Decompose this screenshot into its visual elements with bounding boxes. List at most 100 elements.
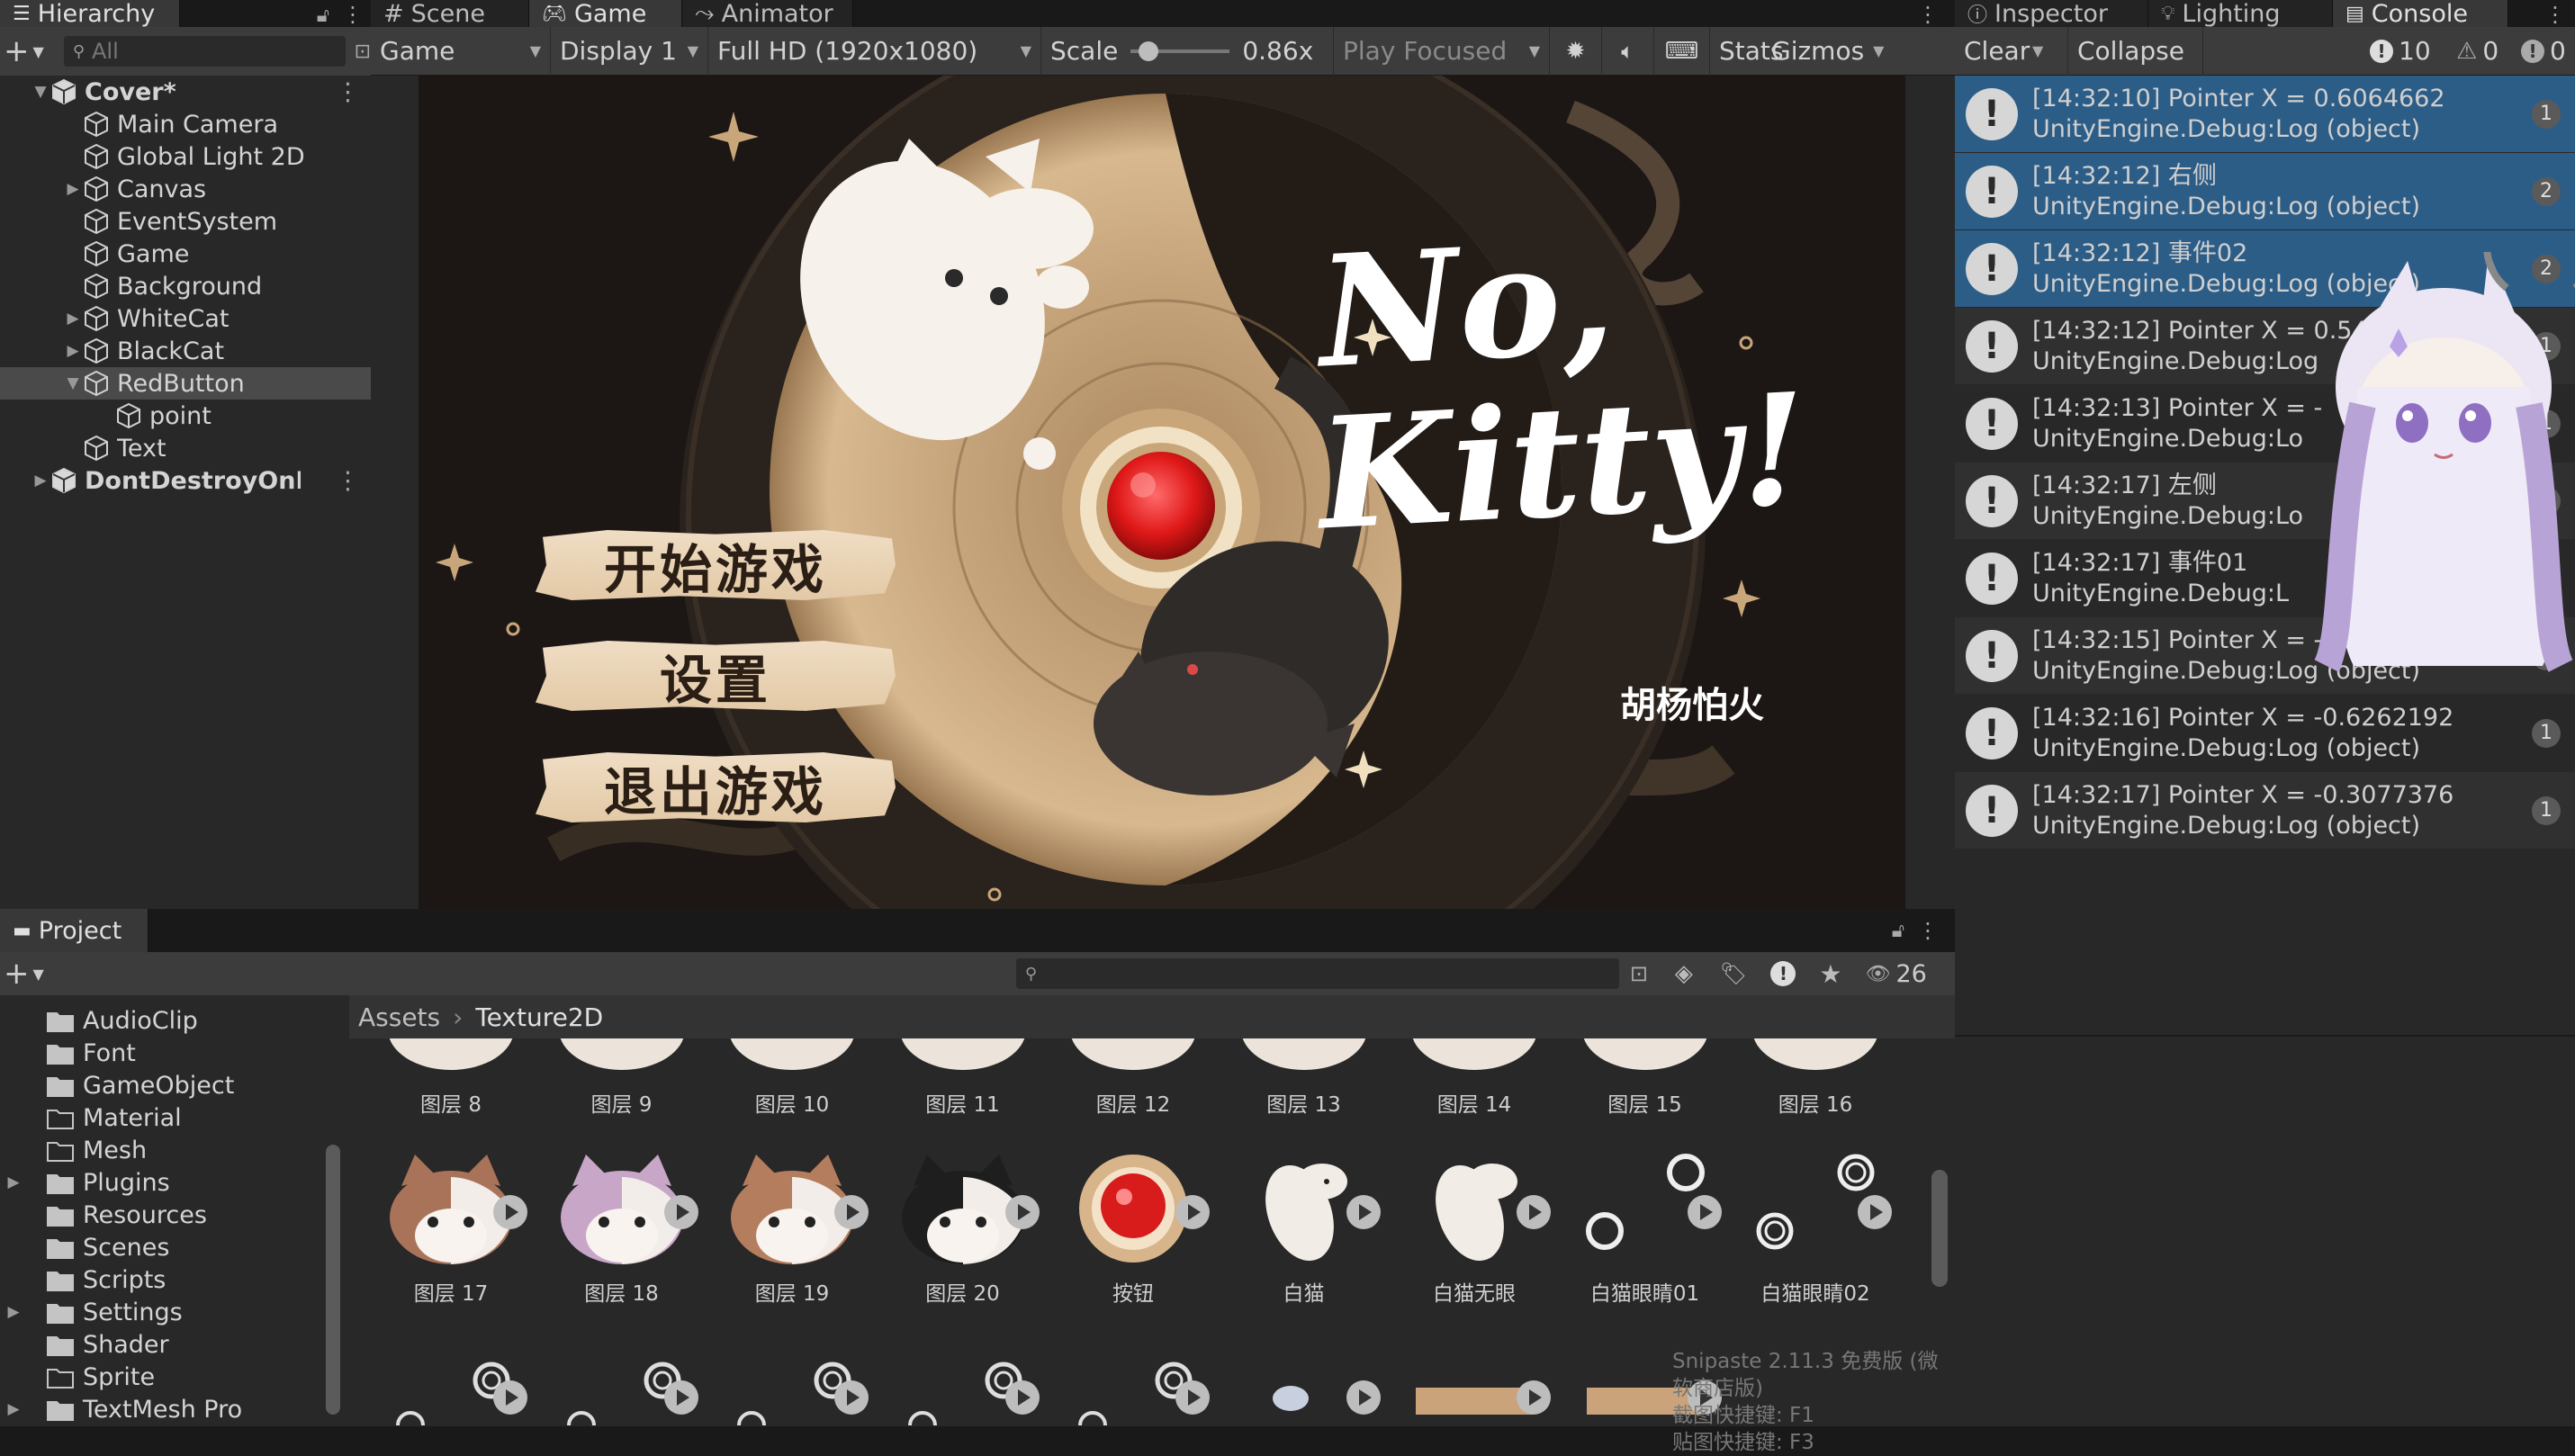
search-input[interactable]: ⚲ All: [63, 36, 346, 67]
project-search-input[interactable]: ⚲: [1015, 958, 1619, 989]
tab-scene[interactable]: # Scene: [371, 0, 529, 28]
game-mode-dropdown[interactable]: Game ▼: [371, 26, 551, 76]
settings-button[interactable]: 设置: [536, 641, 896, 711]
play-icon[interactable]: [1175, 1380, 1210, 1415]
asset-item[interactable]: [1398, 1353, 1551, 1425]
asset-item[interactable]: 白猫眼睛02: [1739, 1150, 1892, 1307]
mute-audio-button[interactable]: 🔈︎: [1602, 26, 1654, 76]
folder-item[interactable]: Scripts: [0, 1263, 324, 1296]
asset-item[interactable]: 图层 15: [1569, 1038, 1722, 1118]
asset-item[interactable]: 图层 11: [887, 1038, 1040, 1118]
more-icon[interactable]: ⋮: [336, 467, 360, 495]
chevron-down-icon[interactable]: ▼: [31, 83, 50, 101]
chevron-right-icon[interactable]: ▶: [63, 310, 83, 328]
asset-item[interactable]: 图层 14: [1398, 1038, 1551, 1118]
tab-hierarchy[interactable]: ☰ Hierarchy: [0, 0, 180, 28]
game-viewport[interactable]: No, Kitty! 胡杨怕火 开始游戏 设置 退出游戏: [419, 76, 1905, 909]
asset-item[interactable]: 图层 20: [887, 1150, 1040, 1307]
asset-item[interactable]: [374, 1353, 527, 1426]
error-count-toggle[interactable]: ! 0: [2512, 27, 2575, 76]
tab-lighting[interactable]: 💡︎ Lighting: [2148, 0, 2333, 28]
asset-item[interactable]: [1228, 1353, 1381, 1425]
start-game-button[interactable]: 开始游戏: [536, 530, 896, 600]
info-circle-icon[interactable]: !: [1770, 961, 1796, 986]
chevron-right-icon[interactable]: ▶: [0, 1400, 27, 1418]
tab-console[interactable]: ▤ Console: [2333, 0, 2508, 28]
folder-item[interactable]: Resources: [0, 1199, 324, 1231]
play-icon[interactable]: [1687, 1195, 1722, 1229]
play-icon[interactable]: [493, 1380, 527, 1415]
clear-button[interactable]: Clear: [1955, 27, 2032, 76]
folder-item[interactable]: Material: [0, 1101, 324, 1134]
stats-button[interactable]: Stats: [1710, 27, 1783, 76]
asset-item[interactable]: 图层 8: [374, 1038, 527, 1118]
chevron-down-icon[interactable]: ▼: [33, 43, 44, 60]
hierarchy-item[interactable]: Main Camera: [0, 108, 371, 140]
scale-slider[interactable]: [1130, 40, 1230, 61]
play-icon[interactable]: [1346, 1195, 1381, 1229]
clear-options-dropdown[interactable]: ▼: [2032, 26, 2068, 76]
play-icon[interactable]: [834, 1195, 869, 1229]
more-icon[interactable]: ⋮: [336, 78, 360, 106]
folder-item[interactable]: ▶ Settings: [0, 1296, 324, 1328]
chevron-right-icon[interactable]: ▶: [0, 1173, 27, 1191]
asset-item[interactable]: 按钮: [1057, 1150, 1210, 1307]
asset-item[interactable]: 图层 12: [1057, 1038, 1210, 1118]
play-icon[interactable]: [1858, 1195, 1892, 1229]
asset-item[interactable]: 图层 19: [716, 1150, 869, 1307]
hierarchy-item[interactable]: Global Light 2D: [0, 140, 371, 173]
play-focused-dropdown[interactable]: Play Focused ▼: [1334, 26, 1550, 76]
breadcrumb-assets[interactable]: Assets: [358, 1002, 440, 1032]
hierarchy-item[interactable]: ▼ RedButton: [0, 367, 371, 400]
keyboard-button[interactable]: ⌨: [1654, 26, 1710, 76]
folder-item[interactable]: Sprite: [0, 1361, 324, 1393]
hierarchy-item[interactable]: Game: [0, 238, 371, 270]
asset-item[interactable]: [716, 1353, 869, 1426]
chevron-right-icon[interactable]: ▶: [63, 342, 83, 360]
asset-item[interactable]: [545, 1353, 698, 1426]
resolution-dropdown[interactable]: Full HD (1920x1080) ▼: [708, 26, 1041, 76]
add-icon[interactable]: +: [4, 33, 30, 69]
more-icon[interactable]: ⋮: [342, 2, 364, 27]
more-icon[interactable]: ⋮: [2544, 2, 2566, 27]
play-icon[interactable]: [1517, 1380, 1551, 1415]
folder-item[interactable]: Font: [0, 1037, 324, 1069]
asset-item[interactable]: 白猫眼睛01: [1569, 1150, 1722, 1307]
add-icon[interactable]: +: [4, 956, 30, 992]
folder-tree-scrollbar[interactable]: [326, 1145, 340, 1415]
filter-type-icon[interactable]: ◈: [1675, 960, 1693, 987]
tab-animator[interactable]: ⤳ Animator: [682, 0, 853, 28]
hierarchy-item[interactable]: ▶ BlackCat: [0, 335, 371, 367]
folder-item[interactable]: Mesh: [0, 1134, 324, 1166]
play-icon[interactable]: [493, 1195, 527, 1229]
hierarchy-item[interactable]: Background: [0, 270, 371, 302]
folder-item[interactable]: Scenes: [0, 1231, 324, 1263]
search-options-icon[interactable]: ⊡: [355, 40, 371, 63]
hierarchy-item[interactable]: ▶ Canvas: [0, 173, 371, 205]
play-icon[interactable]: [1517, 1195, 1551, 1229]
hierarchy-item[interactable]: ▶ WhiteCat: [0, 302, 371, 335]
hierarchy-item[interactable]: ▼ Cover* ⋮: [0, 76, 371, 108]
chevron-right-icon[interactable]: ▶: [63, 180, 83, 198]
lock-icon[interactable]: 🔓︎: [317, 4, 329, 27]
folder-item[interactable]: ▶ TextMesh Pro: [0, 1393, 324, 1425]
log-count-toggle[interactable]: ! 10: [2361, 27, 2447, 76]
folder-item[interactable]: Shader: [0, 1328, 324, 1361]
asset-item[interactable]: 图层 13: [1228, 1038, 1381, 1118]
search-options-icon[interactable]: ⊡: [1630, 961, 1648, 986]
asset-item[interactable]: 图层 18: [545, 1150, 698, 1307]
asset-item[interactable]: 图层 16: [1739, 1038, 1892, 1118]
asset-item[interactable]: 图层 10: [716, 1038, 869, 1118]
asset-item[interactable]: [887, 1353, 1040, 1426]
play-icon[interactable]: [1346, 1380, 1381, 1415]
asset-item[interactable]: 白猫无眼: [1398, 1150, 1551, 1307]
lock-icon[interactable]: 🔓︎: [1892, 920, 1904, 942]
console-entry[interactable]: ! [14:32:12] 右侧 UnityEngine.Debug:Log (obj…: [1955, 153, 2575, 229]
asset-grid-scrollbar[interactable]: [1931, 1170, 1948, 1287]
quit-game-button[interactable]: 退出游戏: [536, 752, 896, 822]
star-icon[interactable]: ★: [1819, 959, 1841, 989]
chevron-right-icon[interactable]: ▶: [31, 472, 50, 490]
play-icon[interactable]: [834, 1380, 869, 1415]
asset-item[interactable]: 白猫: [1228, 1150, 1381, 1307]
folder-item[interactable]: AudioClip: [0, 1004, 324, 1037]
